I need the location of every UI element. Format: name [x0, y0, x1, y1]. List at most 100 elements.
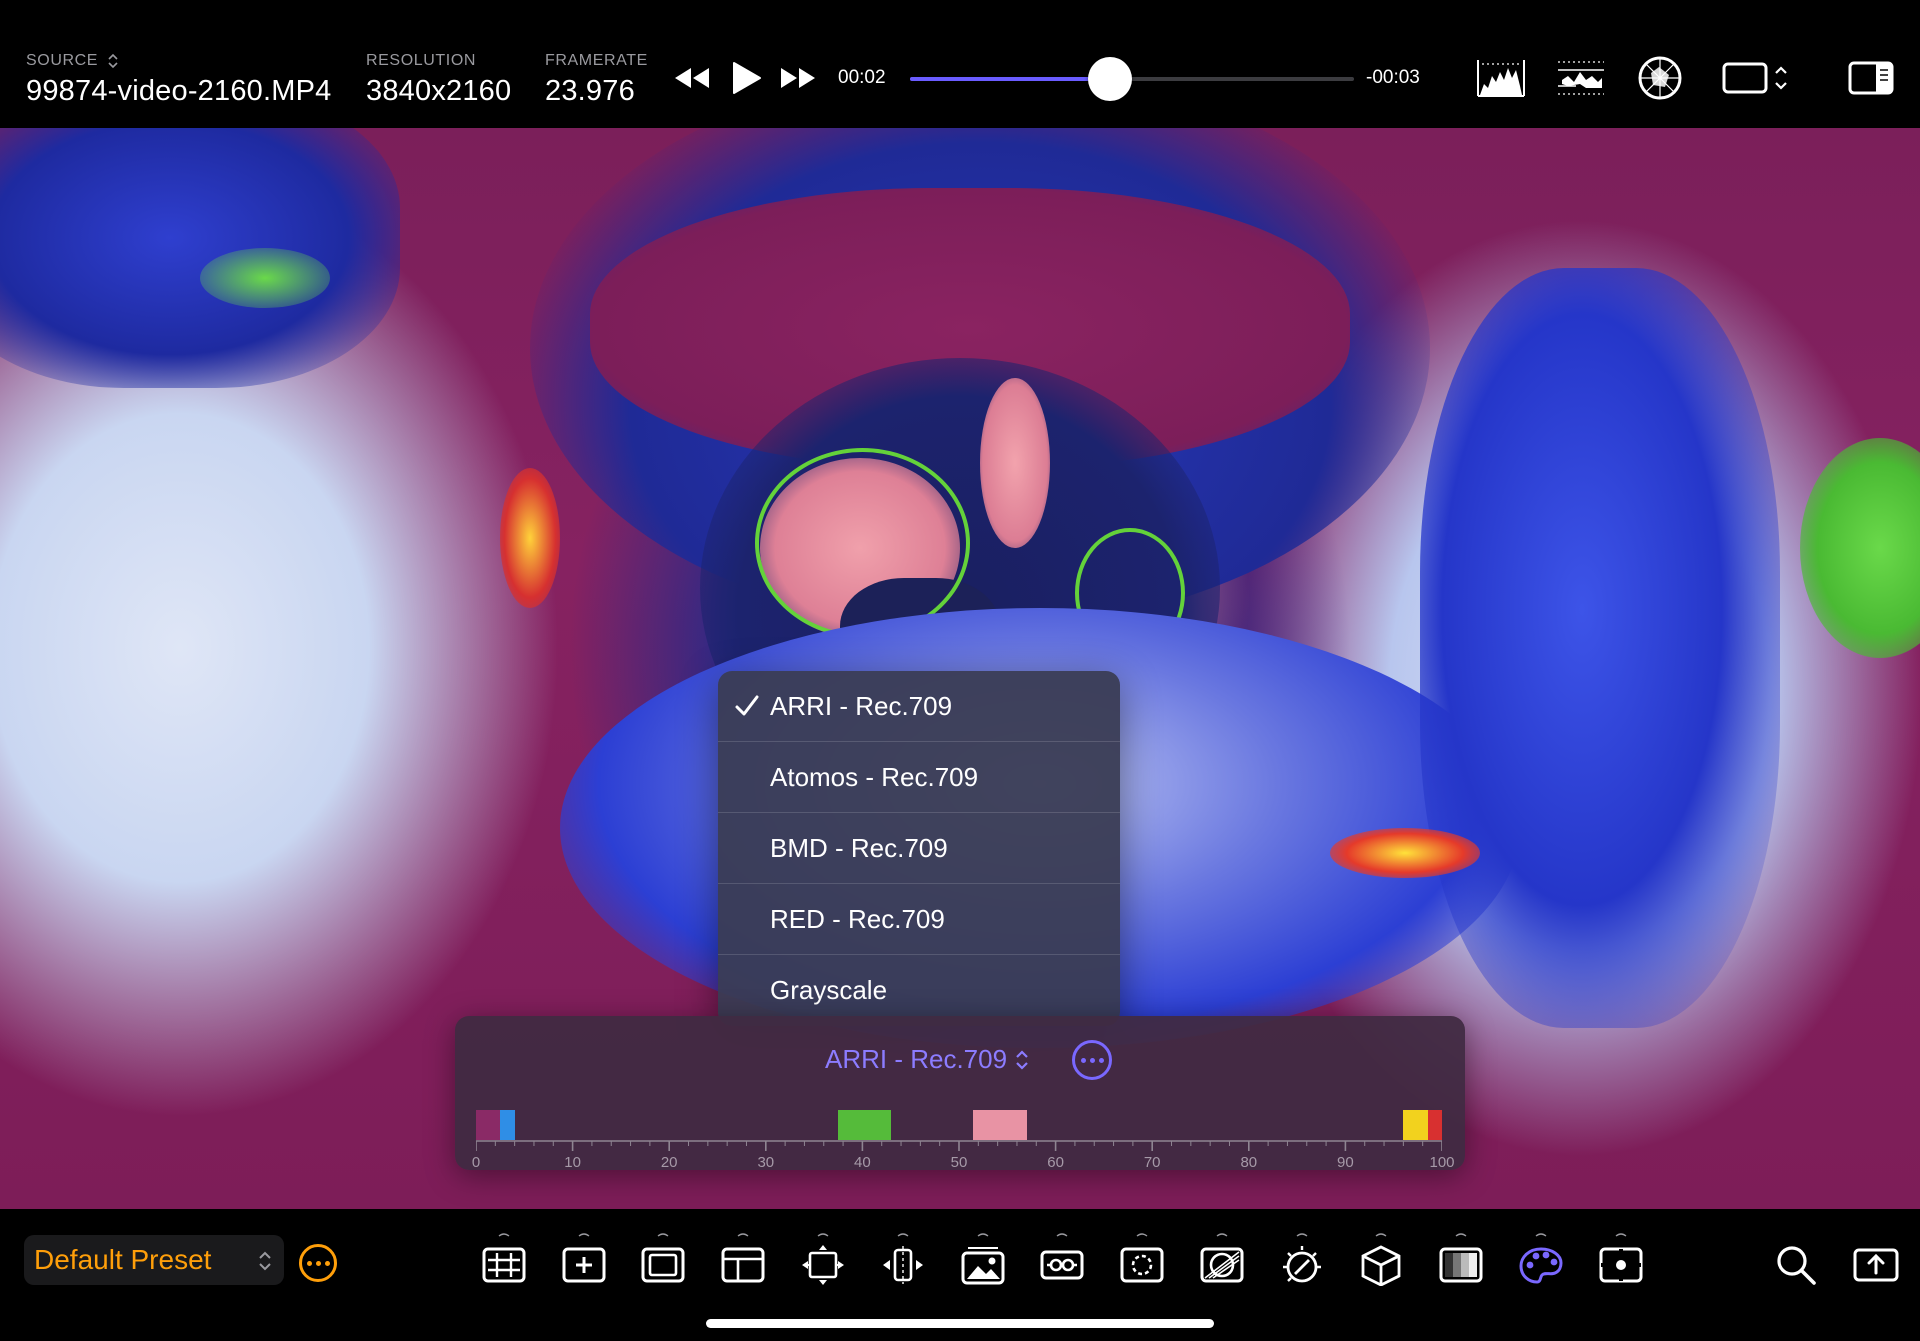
rewind-icon: [675, 68, 709, 88]
vectorscope-button[interactable]: [1633, 56, 1687, 100]
focus-peaking-tool-button[interactable]: [1036, 1233, 1088, 1291]
chevron-updown-icon: [259, 1251, 271, 1271]
lut-cube-tool-button[interactable]: [1355, 1233, 1407, 1291]
safe-area-tool-button[interactable]: [637, 1233, 689, 1291]
false-color-band: [500, 1110, 515, 1140]
flip-mirror-tool-button[interactable]: [877, 1233, 929, 1291]
menu-item-bmd[interactable]: BMD - Rec.709: [718, 813, 1120, 884]
flip-mirror-icon: [883, 1246, 923, 1284]
false-color-band: [1427, 1110, 1442, 1140]
source-filename: 99874-video-2160.MP4: [26, 75, 332, 107]
bottom-toolbar: Default Preset: [0, 1209, 1920, 1341]
preset-more-button[interactable]: [299, 1244, 337, 1282]
ellipsis-icon: [306, 1260, 312, 1266]
anamorphic-desqueeze-tool-button[interactable]: [797, 1233, 849, 1291]
menu-item-atomos[interactable]: Atomos - Rec.709: [718, 742, 1120, 813]
home-indicator: [706, 1319, 1214, 1328]
frame-aspect-button[interactable]: [1722, 56, 1792, 100]
scale-tick-label: 10: [564, 1154, 581, 1171]
crosshair-center-tool-button[interactable]: [558, 1233, 610, 1291]
scrubber[interactable]: [910, 57, 1354, 101]
left-glove: [0, 128, 400, 388]
exposure-compare-icon: [1200, 1247, 1244, 1283]
false-color-band: [476, 1110, 501, 1140]
more-options-button[interactable]: [1072, 1040, 1112, 1080]
ire-scale: 0 10 20 30 40 50 60 70 80 90 100: [472, 1092, 1455, 1171]
checkmark-icon: [735, 695, 759, 716]
gray-ramp-tool-button[interactable]: [1435, 1233, 1487, 1291]
profile-selector[interactable]: ARRI - Rec.709: [825, 1044, 1029, 1075]
frame-guide-tool-button[interactable]: [717, 1233, 769, 1291]
resolution-value: 3840x2160: [366, 75, 512, 107]
menu-item-label: BMD - Rec.709: [770, 832, 948, 863]
source-selector[interactable]: SOURCE 99874-video-2160.MP4: [26, 52, 331, 108]
frame-aspect-icon: [1722, 62, 1787, 94]
scale-tick-label: 80: [1240, 1154, 1258, 1171]
highlight-clip-zone: [1330, 828, 1480, 878]
sidebar-toggle-button[interactable]: [1844, 56, 1898, 100]
scale-tick-label: 70: [1143, 1154, 1161, 1171]
lut-cube-icon: [1361, 1245, 1401, 1286]
exposure-compare-tool-button[interactable]: [1196, 1233, 1248, 1291]
search-button[interactable]: [1770, 1239, 1822, 1291]
zebra-icon: [1120, 1247, 1164, 1283]
spot-meter-tool-button[interactable]: [1595, 1233, 1647, 1291]
ellipsis-icon: [1080, 1057, 1086, 1063]
zebra-tool-button[interactable]: [1116, 1233, 1168, 1291]
framerate-label: FRAMERATE: [545, 52, 648, 69]
more-options-indicator-icon: [1296, 1233, 1308, 1237]
scale-tick-label: 20: [660, 1154, 678, 1171]
grid-overlay-tool-button[interactable]: [478, 1233, 530, 1291]
scrubber-handle[interactable]: [1087, 57, 1132, 101]
play-button[interactable]: [724, 58, 768, 98]
framerate-value: 23.976: [545, 75, 635, 107]
top-bar: SOURCE 99874-video-2160.MP4 RESOLUTION 3…: [0, 0, 1920, 128]
more-options-indicator-icon: [578, 1233, 590, 1237]
anamorphic-lens-tool-button[interactable]: [1276, 1233, 1328, 1291]
image-overlay-tool-button[interactable]: [957, 1233, 1009, 1291]
more-options-indicator-icon: [498, 1233, 510, 1237]
share-export-button[interactable]: [1850, 1239, 1902, 1291]
frame-guide-icon: [721, 1247, 765, 1283]
scale-tick-label: 40: [854, 1154, 871, 1171]
waveform-icon: [1558, 61, 1604, 95]
scale-tick-label: 90: [1337, 1154, 1354, 1171]
remaining-time: -00:03: [1366, 67, 1420, 88]
vectorscope-icon: [1638, 56, 1682, 100]
scale-tick-label: 60: [1047, 1154, 1064, 1171]
highlight-clip-zone: [500, 468, 560, 608]
rewind-button[interactable]: [670, 58, 714, 98]
green-zone: [1800, 438, 1920, 658]
menu-item-arri[interactable]: ARRI - Rec.709: [718, 671, 1120, 742]
scale-tick-label: 30: [757, 1154, 775, 1171]
menu-item-red[interactable]: RED - Rec.709: [718, 884, 1120, 955]
histogram-icon: [1477, 60, 1525, 97]
framerate-info: FRAMERATE 23.976: [545, 52, 648, 108]
histogram-button[interactable]: [1474, 56, 1528, 100]
more-options-indicator-icon: [1056, 1233, 1068, 1237]
more-options-indicator-icon: [1615, 1233, 1627, 1237]
more-options-indicator-icon: [1535, 1233, 1547, 1237]
safe-area-icon: [641, 1247, 685, 1283]
focus-peaking-icon: [1040, 1250, 1084, 1280]
right-glove: [1420, 268, 1780, 1028]
anamorphic-lens-icon: [1283, 1246, 1321, 1283]
sidebar-toggle-icon: [1848, 61, 1894, 95]
image-overlay-icon: [961, 1247, 1005, 1285]
waveform-button[interactable]: [1554, 56, 1608, 100]
play-icon: [733, 62, 761, 94]
more-options-indicator-icon: [1136, 1233, 1148, 1237]
resolution-info: RESOLUTION 3840x2160: [366, 52, 511, 108]
menu-item-label: RED - Rec.709: [770, 903, 945, 934]
false-color-tool-button[interactable]: [1515, 1233, 1567, 1291]
preset-label: Default Preset: [34, 1244, 212, 1275]
fast-forward-button[interactable]: [776, 58, 820, 98]
preset-selector[interactable]: Default Preset: [24, 1235, 284, 1285]
more-options-indicator-icon: [1375, 1233, 1387, 1237]
false-color-legend-bar: [476, 1110, 1442, 1140]
false-color-band: [1403, 1110, 1428, 1140]
false-color-band: [838, 1110, 892, 1140]
grid-overlay-icon: [482, 1247, 526, 1283]
search-icon: [1777, 1246, 1816, 1285]
more-options-indicator-icon: [1216, 1233, 1228, 1237]
